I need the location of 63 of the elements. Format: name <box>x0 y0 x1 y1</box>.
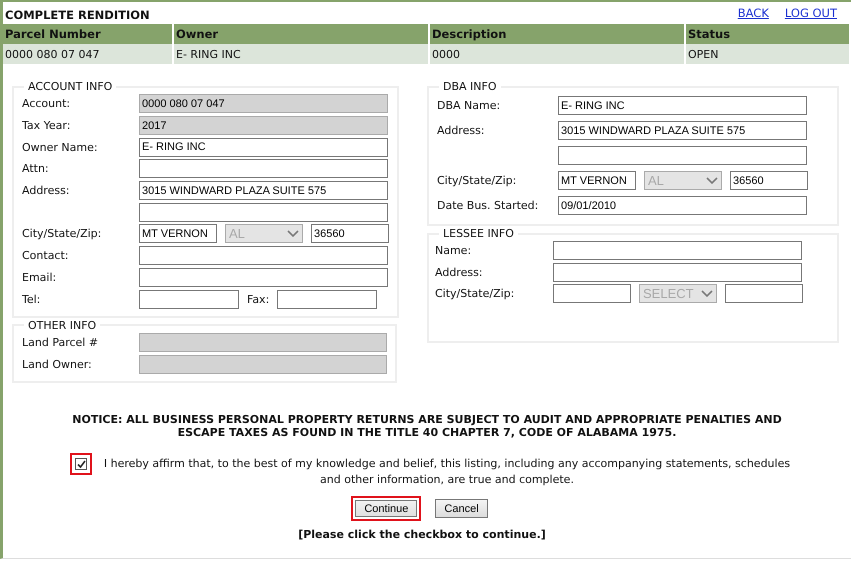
input-field[interactable]: 36560 <box>730 171 808 190</box>
field-label: Land Parcel # <box>22 336 98 350</box>
input-field[interactable]: 09/01/2010 <box>558 196 807 215</box>
input-field[interactable] <box>139 268 388 287</box>
field-label: DBA Name: <box>437 99 500 112</box>
section-title: OTHER INFO <box>27 318 98 332</box>
field-label: Fax: <box>247 292 270 306</box>
field-label: Tax Year: <box>22 119 70 132</box>
section-title: LESSEE INFO <box>442 227 515 240</box>
input-field[interactable] <box>139 202 388 222</box>
nav-link[interactable]: BACK <box>738 6 769 24</box>
cancel-button[interactable]: Cancel <box>435 499 488 518</box>
notice-text: NOTICE: ALL BUSINESS PERSONAL PROPERTY RETURNS ARE SUBJECT TO AUDIT AND APPROPRIATE PENALTIES AND ESCAPE TAXES AS FOUND IN THE TITLE 40 CHAPTER 7, CODE OF ALABAMA 1975. <box>71 413 783 440</box>
input-field[interactable]: 36560 <box>311 224 389 244</box>
field-label: Address: <box>22 184 70 198</box>
input-field[interactable]: E- RING INC <box>139 138 388 157</box>
field-label: City/State/Zip: <box>437 174 516 187</box>
column-header: Parcel Number <box>3 24 173 44</box>
chevron-icon <box>287 230 299 238</box>
field-label: Owner Name: <box>22 140 98 154</box>
input-field[interactable] <box>553 262 802 282</box>
table-cell: E- RING INC <box>173 44 429 64</box>
input-field[interactable] <box>553 241 802 260</box>
affirmation-text: I hereby affirm that, to the best of my knowledge and belief, this listing, including any accompanying statements, schedules and other information, are true and complete. <box>102 456 792 488</box>
hint-text: [Please click the checkbox to continue.] <box>297 528 547 542</box>
field-label: City/State/Zip: <box>22 227 102 240</box>
section-title: DBA INFO <box>442 80 498 93</box>
table-cell: OPEN <box>685 44 850 64</box>
chevron-icon <box>706 176 718 184</box>
input-field[interactable]: 3015 WINDWARD PLAZA SUITE 575 <box>558 121 807 140</box>
field-label: Email: <box>22 270 56 284</box>
field-label: Address: <box>435 266 483 279</box>
field-label: Account: <box>22 97 70 110</box>
field-label: Date Bus. Started: <box>437 199 538 212</box>
input-field[interactable] <box>558 146 807 165</box>
column-header: Owner <box>173 24 429 44</box>
field-label: City/State/Zip: <box>435 287 514 300</box>
table-cell: 0000 080 07 047 <box>3 44 173 64</box>
page-title: COMPLETE RENDITION <box>5 8 150 24</box>
input-field[interactable] <box>553 284 631 304</box>
field-label: Land Owner: <box>22 358 92 371</box>
column-header: Description <box>429 24 685 44</box>
input-field[interactable] <box>139 246 388 266</box>
field-label: Contact: <box>22 249 69 262</box>
checkbox[interactable] <box>75 458 87 470</box>
field-label: Tel: <box>22 292 40 306</box>
column-header: Status <box>685 24 850 44</box>
chevron-icon <box>701 290 713 298</box>
nav-link[interactable]: LOG OUT <box>784 6 837 24</box>
field-label: Address: <box>437 124 485 137</box>
input-field[interactable] <box>139 290 239 309</box>
input-field[interactable]: MT VERNON <box>558 171 636 190</box>
input-field[interactable]: 3015 WINDWARD PLAZA SUITE 575 <box>139 181 388 200</box>
input-field[interactable] <box>139 159 388 178</box>
input-field[interactable]: MT VERNON <box>139 224 217 244</box>
input-field[interactable] <box>725 284 803 304</box>
input-field[interactable]: E- RING INC <box>558 96 807 115</box>
field-label: Name: <box>435 244 472 258</box>
input-field[interactable] <box>277 290 378 309</box>
continue-button[interactable]: Continue <box>351 496 422 522</box>
field-label: Attn: <box>22 162 49 176</box>
table-cell: 0000 <box>429 44 685 64</box>
section-title: ACCOUNT INFO <box>27 80 114 93</box>
